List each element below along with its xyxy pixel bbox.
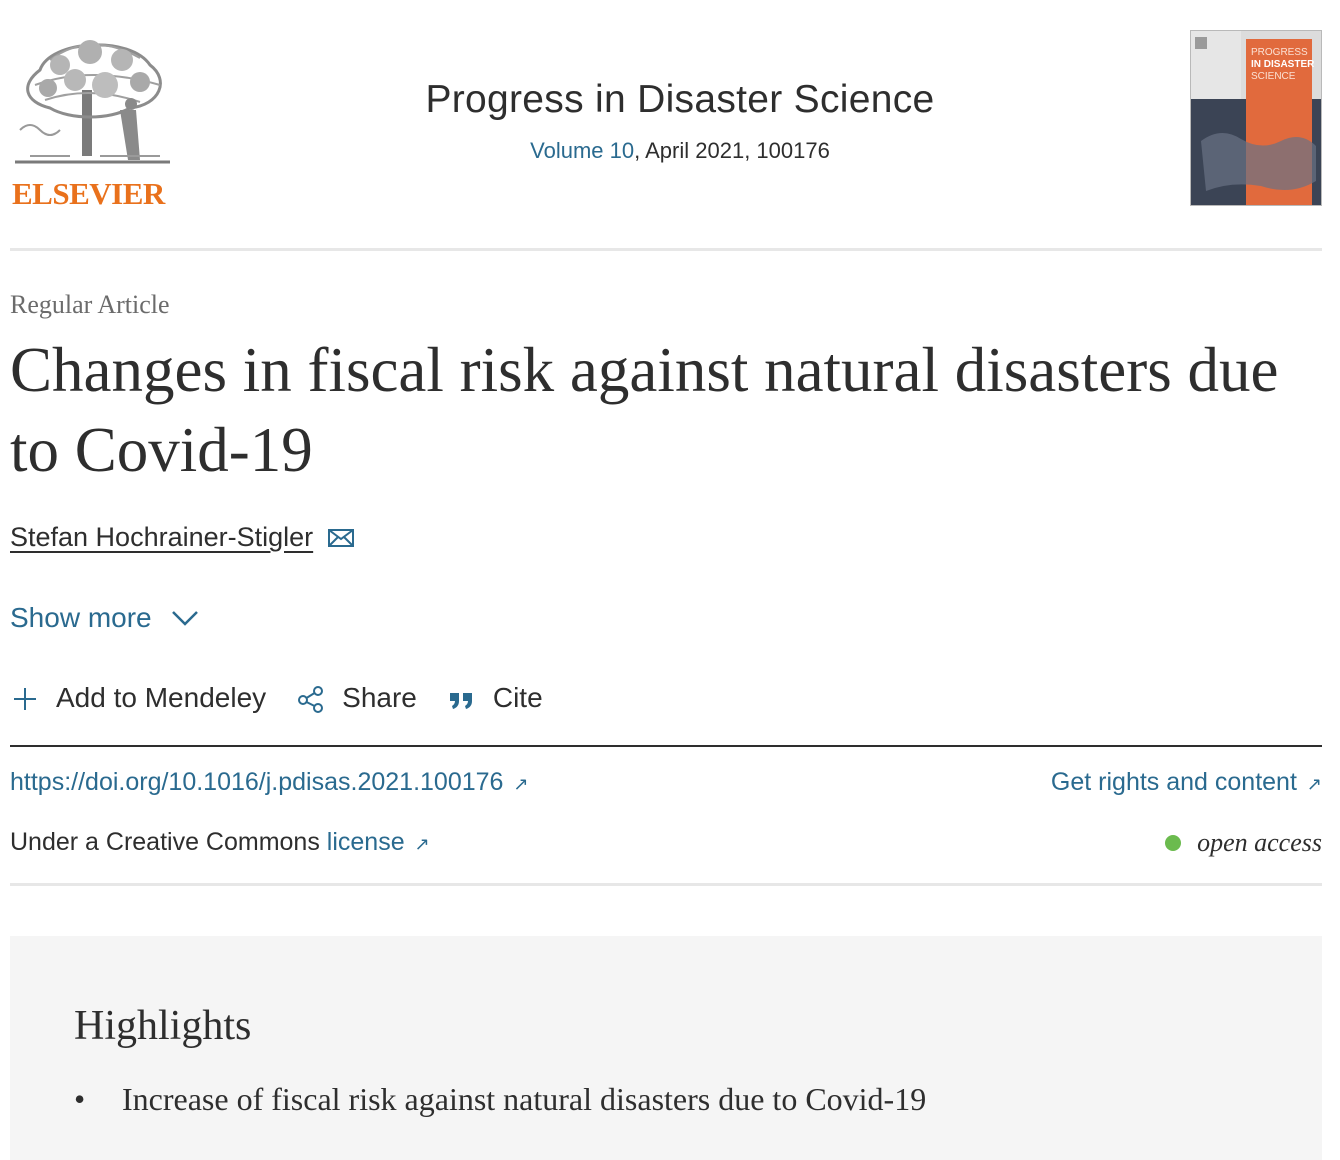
cite-label: Cite [492,682,543,713]
open-access-dot-icon [1165,835,1182,851]
envelope-icon[interactable] [327,527,355,549]
share-button[interactable]: Share [296,682,417,714]
article-type: Regular Article [10,290,170,319]
show-more-button[interactable]: Show more [10,602,200,634]
elsevier-logo[interactable]: ELSEVIER [10,30,172,211]
journal-cover[interactable]: PROGRESS IN DISASTER SCIENCE [1190,30,1322,206]
journal-title[interactable]: Progress in Disaster Science [340,78,1020,122]
article-header: ELSEVIER Progress in Disaster Science Vo… [10,0,1322,250]
external-link-icon: ↗ [414,834,430,854]
doi-text: https://doi.org/10.1016/j.pdisas.2021.10… [10,768,504,796]
doi-link[interactable]: https://doi.org/10.1016/j.pdisas.2021.10… [10,768,529,797]
article-actions: Add to Mendeley Share Cite [10,682,573,714]
rights-link[interactable]: Get rights and content ↗ [1051,768,1322,797]
open-access-label: open access [1197,828,1322,857]
open-access-badge: open access [1165,828,1322,858]
cover-image-icon: PROGRESS IN DISASTER SCIENCE [1191,31,1321,205]
license-line: Under a Creative Commons license ↗ [10,828,430,857]
bullet: • [74,1081,86,1117]
actions-divider [10,745,1322,747]
plus-icon [14,688,36,710]
share-label: Share [342,682,417,713]
author-link[interactable]: Stefan Hochrainer-Stigler [10,522,313,553]
cover-text-2: IN DISASTER [1251,59,1315,70]
publisher-wordmark: ELSEVIER [12,176,165,211]
highlights-title: Highlights [74,1003,252,1049]
external-link-icon: ↗ [513,774,529,794]
license-prefix: Under a Creative Commons [10,828,327,856]
share-icon [298,686,324,713]
list-item: • Increase of fiscal risk against natura… [74,1081,926,1118]
highlight-text: Increase of fiscal risk against natural … [122,1081,927,1117]
cover-text-1: PROGRESS [1251,47,1308,58]
license-link[interactable]: license ↗ [327,828,430,856]
journal-info: Progress in Disaster Science Volume 10, … [340,78,1020,164]
volume-link[interactable]: Volume 10 [530,138,634,163]
author-line: Stefan Hochrainer-Stigler [10,522,355,553]
journal-meta: Volume 10, April 2021, 100176 [340,138,1020,164]
issue-info: , April 2021, 100176 [634,138,830,163]
tree-logo-icon [15,40,170,164]
header-divider [10,248,1322,251]
rights-text: Get rights and content [1050,768,1297,796]
external-link-icon: ↗ [1306,774,1322,794]
highlights-section: Highlights • Increase of fiscal risk aga… [10,936,1322,1160]
add-to-mendeley-button[interactable]: Add to Mendeley [10,682,266,714]
cover-text-3: SCIENCE [1251,71,1296,82]
article-title: Changes in fiscal risk against natural d… [10,335,1279,485]
mendeley-label: Add to Mendeley [56,682,267,713]
quote-icon [449,693,472,709]
cite-button[interactable]: Cite [447,682,543,714]
section-divider [10,883,1322,886]
show-more-label: Show more [10,602,152,633]
chevron-down-icon [171,611,198,626]
license-link-text: license [326,828,405,856]
